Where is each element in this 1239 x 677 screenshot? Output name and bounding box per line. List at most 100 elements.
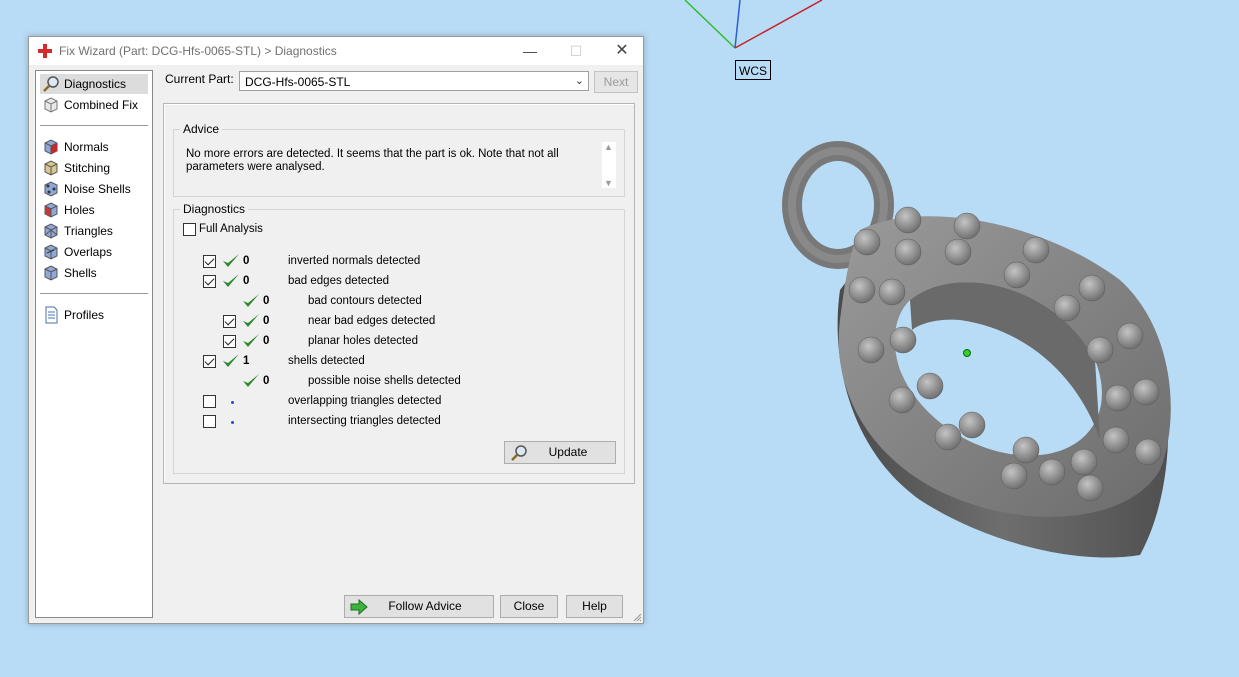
nav-item-normals[interactable]: Normals — [40, 137, 148, 157]
ok-check-icon — [243, 314, 259, 327]
ok-check-icon — [223, 354, 239, 367]
normals-cube-icon — [44, 139, 58, 155]
triangles-cube-icon — [44, 223, 58, 239]
ok-check-icon — [243, 294, 259, 307]
nav-item-stitching[interactable]: Stitching — [40, 158, 148, 178]
follow-advice-button[interactable]: Follow Advice — [344, 595, 494, 618]
diagnostic-checkbox[interactable] — [203, 395, 216, 408]
ok-check-icon — [223, 274, 239, 287]
diagnostic-count: 1 — [243, 355, 250, 367]
resize-grip-icon[interactable] — [632, 612, 642, 622]
diagnostic-count: 0 — [263, 375, 270, 387]
follow-advice-label: Follow Advice — [388, 599, 462, 613]
diagnostics-panel: Advice No more errors are detected. It s… — [163, 103, 635, 484]
diagnostic-row: overlapping triangles detected — [174, 393, 614, 411]
minimize-button[interactable]: — — [507, 37, 553, 65]
nav-item-label: Stitching — [64, 161, 111, 175]
diagnostic-row: 1 shells detected — [174, 353, 614, 371]
nav-item-diagnostics[interactable]: Diagnostics — [40, 74, 148, 94]
current-part-value: DCG-Hfs-0065-STL — [245, 75, 351, 89]
nav-separator — [40, 293, 148, 294]
diagnostic-text: near bad edges detected — [308, 315, 436, 327]
advice-scrollbar[interactable]: ▲ ▼ — [602, 142, 616, 188]
ok-check-icon — [243, 334, 259, 347]
diagnostic-count: 0 — [263, 315, 270, 327]
maximize-button[interactable]: ☐ — [553, 37, 599, 65]
title-bar[interactable]: Fix Wizard (Part: DCG-Hfs-0065-STL) > Di… — [29, 37, 643, 65]
full-analysis-checkbox[interactable] — [183, 223, 196, 236]
diagnostics-title: Diagnostics — [180, 202, 249, 216]
wcs-label: WCS — [735, 60, 771, 80]
diagnostic-text: overlapping triangles detected — [288, 395, 442, 407]
holes-cube-icon — [44, 202, 58, 218]
diagnostic-text: planar holes detected — [308, 335, 418, 347]
next-button[interactable]: Next — [594, 71, 638, 93]
ok-check-icon — [223, 254, 239, 267]
close-button[interactable]: Close — [500, 595, 558, 618]
diagnostic-checkbox[interactable] — [203, 415, 216, 428]
full-analysis-label: Full Analysis — [199, 223, 263, 235]
diagnostic-text: bad edges detected — [288, 275, 390, 287]
diagnostic-text: intersecting triangles detected — [288, 415, 441, 427]
nav-item-overlaps[interactable]: Overlaps — [40, 242, 148, 262]
nav-separator — [40, 125, 148, 126]
scroll-up-icon[interactable]: ▲ — [604, 142, 613, 152]
fix-wizard-nav: Diagnostics Combined Fix Normals Stitchi… — [35, 70, 153, 618]
nav-item-label: Combined Fix — [64, 98, 139, 112]
diagnostic-text: bad contours detected — [308, 295, 422, 307]
current-part-label: Current Part: — [165, 72, 234, 86]
nav-item-noise-shells[interactable]: Noise Shells — [40, 179, 148, 199]
arrow-right-icon — [350, 598, 368, 616]
diagnostic-row: intersecting triangles detected — [174, 413, 614, 431]
nav-item-label: Shells — [64, 266, 97, 280]
update-button-label: Update — [548, 445, 588, 459]
diagnostic-count: 0 — [263, 295, 270, 307]
nav-item-profiles[interactable]: Profiles — [40, 305, 148, 325]
nav-item-label: Diagnostics — [64, 77, 127, 91]
nav-item-label: Holes — [64, 203, 95, 217]
diagnostic-row: 0 bad edges detected — [174, 273, 614, 291]
ok-check-icon — [243, 374, 259, 387]
update-button[interactable]: Update — [504, 441, 616, 464]
wcs-z-axis — [734, 0, 741, 49]
advice-text: No more errors are detected. It seems th… — [186, 148, 559, 173]
nav-item-shells[interactable]: Shells — [40, 263, 148, 283]
nav-item-label: Triangles — [64, 224, 113, 238]
diagnostic-row: 0 planar holes detected — [174, 333, 614, 351]
magnifier-icon — [43, 76, 59, 92]
nav-item-label: Overlaps — [64, 245, 113, 259]
advice-group: Advice No more errors are detected. It s… — [173, 122, 625, 197]
noise-shells-icon — [44, 181, 58, 197]
pivot-point-icon — [963, 349, 971, 357]
diagnostic-checkbox[interactable] — [203, 355, 216, 368]
not-analysed-dot-icon — [231, 421, 234, 424]
magnifier-icon — [511, 445, 527, 461]
cube-icon — [44, 97, 58, 113]
diagnostic-text: inverted normals detected — [288, 255, 421, 267]
shells-cube-icon — [44, 265, 58, 281]
advice-title: Advice — [180, 122, 223, 136]
diagnostic-row: 0 inverted normals detected — [174, 253, 614, 271]
diagnostic-text: possible noise shells detected — [308, 375, 461, 387]
pendant-model — [782, 141, 1171, 558]
window-title: Fix Wizard (Part: DCG-Hfs-0065-STL) > Di… — [59, 44, 337, 58]
document-icon — [45, 306, 58, 324]
diagnostic-checkbox[interactable] — [223, 335, 236, 348]
help-button[interactable]: Help — [566, 595, 623, 618]
nav-item-combined-fix[interactable]: Combined Fix — [40, 95, 148, 115]
current-part-select[interactable]: DCG-Hfs-0065-STL ⌄ — [239, 71, 589, 91]
overlaps-cube-icon — [44, 244, 58, 260]
diagnostic-count: 0 — [243, 255, 250, 267]
diagnostic-count: 0 — [243, 275, 250, 287]
scroll-down-icon[interactable]: ▼ — [604, 178, 613, 188]
diagnostic-checkbox[interactable] — [203, 275, 216, 288]
nav-item-holes[interactable]: Holes — [40, 200, 148, 220]
nav-item-label: Profiles — [64, 308, 105, 322]
diagnostic-checkbox[interactable] — [223, 315, 236, 328]
nav-item-triangles[interactable]: Triangles — [40, 221, 148, 241]
close-window-button[interactable]: ✕ — [599, 37, 645, 65]
diagnostic-row: 0 possible noise shells detected — [174, 373, 614, 391]
wcs-y-axis — [684, 0, 736, 49]
diagnostic-checkbox[interactable] — [203, 255, 216, 268]
nav-item-label: Normals — [64, 140, 109, 154]
